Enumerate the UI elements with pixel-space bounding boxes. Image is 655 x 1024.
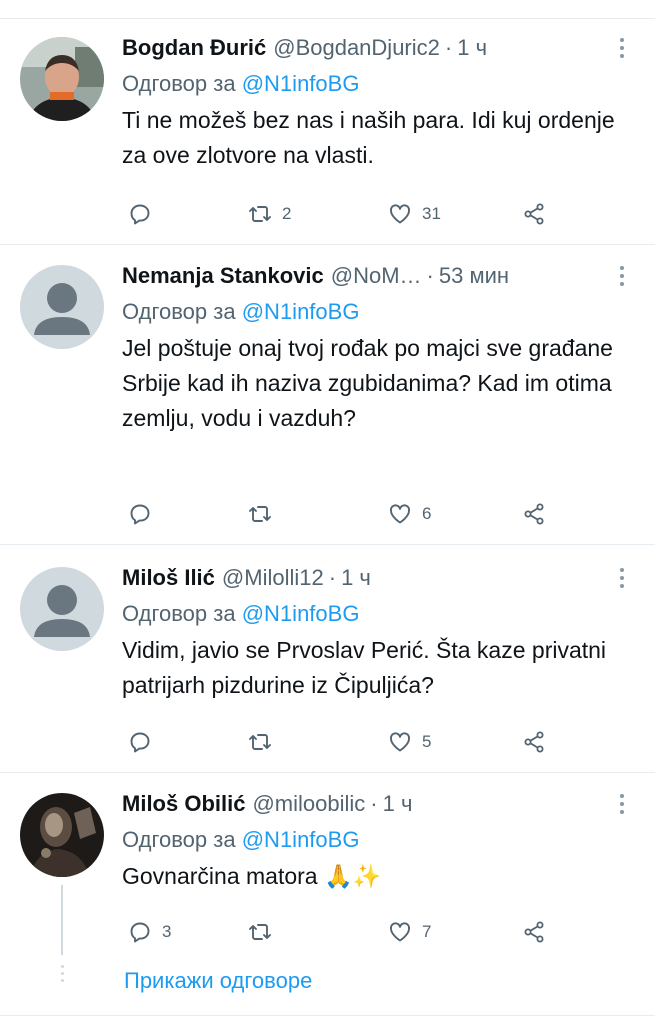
more-options-icon[interactable]: [607, 33, 637, 63]
reply-icon: [130, 732, 150, 753]
tweet[interactable]: Miloš Obilić @miloobilic · 1 ч Одговор з…: [0, 773, 655, 1015]
separator-dot: ·: [328, 565, 337, 590]
mention-link[interactable]: @N1infoBG: [242, 71, 360, 96]
tweet[interactable]: Nemanja Stankovic @NoM… · 53 мин Одговор…: [0, 245, 655, 545]
tweet-text: Govnarčina matora 🙏✨: [122, 863, 382, 889]
author-name[interactable]: Bogdan Đurić: [122, 33, 266, 63]
author-handle[interactable]: @BogdanDjuric2: [273, 33, 440, 63]
author-handle[interactable]: @Milolli12: [222, 563, 324, 593]
author-handle[interactable]: @NoM…: [331, 261, 422, 291]
share-icon: [524, 921, 544, 943]
avatar[interactable]: [20, 793, 104, 877]
like-count: 5: [422, 732, 432, 751]
retweet-button[interactable]: [248, 917, 282, 947]
retweet-icon: [249, 506, 271, 522]
reply-prefix: Одговор за: [122, 299, 236, 324]
separator-dot: ·: [444, 35, 453, 60]
reply-icon: [130, 204, 150, 225]
like-count: 7: [422, 922, 432, 941]
author-name[interactable]: Nemanja Stankovic: [122, 261, 324, 291]
thread-connector: [61, 885, 63, 955]
tweet-header: Miloš Obilić @miloobilic · 1 ч: [122, 789, 635, 819]
tweet-text: Ti ne možeš bez nas i naših para. Idi ku…: [122, 107, 615, 168]
reply-button[interactable]: [128, 499, 162, 529]
retweet-button[interactable]: 2: [248, 199, 291, 229]
retweet-icon: [249, 924, 271, 940]
share-icon: [524, 731, 544, 753]
retweet-button[interactable]: [248, 499, 282, 529]
tweet-text: Jel poštuje onaj tvoj rođak po majci sve…: [122, 335, 613, 431]
share-icon: [524, 203, 544, 225]
reply-context: Одговор за @N1infoBG: [122, 599, 635, 629]
like-count: 6: [422, 504, 432, 523]
tweet[interactable]: Miloš Ilić @Milolli12 · 1 ч Одговор за @…: [0, 545, 655, 773]
timestamp[interactable]: 1 ч: [341, 563, 371, 593]
reply-context: Одговор за @N1infoBG: [122, 825, 635, 855]
share-icon: [524, 503, 544, 525]
reply-button[interactable]: 3: [128, 917, 171, 947]
reply-context: Одговор за @N1infoBG: [122, 297, 635, 327]
reply-button[interactable]: [128, 199, 162, 229]
like-button[interactable]: 6: [388, 499, 431, 529]
timestamp[interactable]: 1 ч: [457, 33, 487, 63]
share-button[interactable]: [522, 199, 546, 229]
author-handle[interactable]: @miloobilic: [252, 789, 365, 819]
timestamp[interactable]: 1 ч: [383, 789, 413, 819]
reply-icon: [130, 504, 150, 525]
separator-dot: ·: [426, 263, 434, 288]
reply-button[interactable]: [128, 727, 162, 757]
mention-link[interactable]: @N1infoBG: [242, 601, 360, 626]
retweet-count: 2: [282, 204, 292, 223]
more-options-icon[interactable]: [607, 563, 637, 593]
reply-context: Одговор за @N1infoBG: [122, 69, 635, 99]
heart-icon: [390, 922, 410, 942]
tweet[interactable]: Bogdan Đurić @BogdanDjuric2 · 1 ч Одгово…: [0, 19, 655, 245]
separator-dot: ·: [370, 791, 378, 816]
avatar[interactable]: [20, 265, 104, 349]
reply-prefix: Одговор за: [122, 71, 236, 96]
mention-link[interactable]: @N1infoBG: [242, 827, 360, 852]
heart-icon: [390, 504, 410, 524]
author-name[interactable]: Miloš Obilić: [122, 789, 245, 819]
reply-count: 3: [162, 922, 172, 941]
tweet-actions: 3 7: [122, 917, 562, 947]
photo-man-icon: [20, 37, 104, 121]
photo-dark-icon: [20, 793, 104, 877]
timestamp[interactable]: 53 мин: [439, 261, 509, 291]
reply-prefix: Одговор за: [122, 827, 236, 852]
reply-prefix: Одговор за: [122, 601, 236, 626]
share-button[interactable]: [522, 727, 546, 757]
like-count: 31: [422, 204, 441, 223]
thread-dots: [58, 965, 66, 986]
default-avatar-icon: [20, 265, 104, 349]
retweet-icon: [249, 206, 271, 222]
share-button[interactable]: [522, 499, 546, 529]
tweet-actions: 5: [122, 727, 562, 757]
heart-icon: [390, 204, 410, 224]
tweet-actions: 6: [122, 499, 562, 529]
avatar[interactable]: [20, 567, 104, 651]
more-options-icon[interactable]: [607, 261, 637, 291]
retweet-icon: [249, 734, 271, 750]
retweet-button[interactable]: [248, 727, 282, 757]
heart-icon: [390, 732, 410, 752]
tweet-text: Vidim, javio se Prvoslav Perić. Šta kaze…: [122, 637, 607, 698]
tweet-actions: 2 31: [122, 199, 562, 229]
tweet-header: Miloš Ilić @Milolli12 · 1 ч: [122, 563, 635, 593]
like-button[interactable]: 7: [388, 917, 431, 947]
bottom-divider: [0, 1015, 655, 1016]
tweet-header: Nemanja Stankovic @NoM… · 53 мин: [122, 261, 635, 291]
default-avatar-icon: [20, 567, 104, 651]
more-options-icon[interactable]: [607, 789, 637, 819]
show-replies-link[interactable]: Прикажи одговоре: [124, 966, 312, 996]
tweet-header: Bogdan Đurić @BogdanDjuric2 · 1 ч: [122, 33, 635, 63]
avatar[interactable]: [20, 37, 104, 121]
share-button[interactable]: [522, 917, 546, 947]
author-name[interactable]: Miloš Ilić: [122, 563, 215, 593]
reply-icon: [130, 922, 150, 943]
mention-link[interactable]: @N1infoBG: [242, 299, 360, 324]
like-button[interactable]: 31: [388, 199, 441, 229]
like-button[interactable]: 5: [388, 727, 431, 757]
